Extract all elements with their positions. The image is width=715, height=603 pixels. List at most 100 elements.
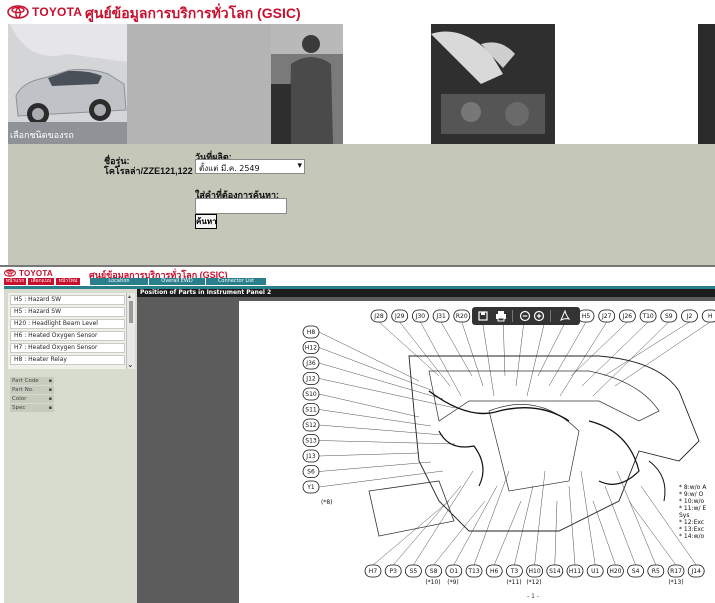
color-field[interactable]: Color ▪ (10, 395, 54, 403)
chevron-down-icon[interactable]: ⌄ (127, 360, 134, 369)
connector-left-S13-text: S13 (305, 438, 317, 445)
viewer-nav: หน้าแรก เลือกแบบ หน้าใหม่ Location Overa… (4, 278, 715, 286)
right-note: * 9:w/ O (679, 491, 704, 498)
tab-location[interactable]: Location (90, 278, 148, 285)
part-no-label: Part No. (12, 387, 34, 393)
connector-bottom-H6-text: H6 (490, 568, 499, 575)
hero-banner: เลือกชนิดของรถ (8, 24, 715, 144)
connector-left-Y1: Y1 (302, 480, 320, 494)
leader-line (318, 452, 420, 457)
leader-line (537, 321, 566, 377)
connector-left-S6: S6 (302, 465, 320, 478)
technician-photo (271, 24, 343, 144)
connector-top-J29-text: J29 (394, 313, 405, 320)
connector-bottom-H10: H10 (526, 564, 544, 578)
connector-bottom-H11: H11 (566, 564, 584, 578)
list-item[interactable]: H7 : Heated Oxygen Sensor (10, 343, 125, 353)
leader-line (461, 321, 484, 387)
connector-top-T10: T10 (639, 309, 657, 323)
search-form: ชื่อรุ่น: โคโรลล่า/ZZE121,122 วันที่ผลิต… (8, 144, 715, 265)
nav-home[interactable]: หน้าแรก (4, 278, 26, 285)
connector-top-H5: H5 (577, 309, 595, 323)
leader-line (318, 393, 420, 418)
connector-top-S9: S9 (660, 309, 678, 323)
car-select-image[interactable]: เลือกชนิดของรถ (8, 24, 127, 144)
zoom-in-icon[interactable] (532, 309, 546, 323)
save-icon[interactable] (476, 309, 490, 323)
car-select-caption: เลือกชนิดของรถ (10, 131, 74, 141)
chevron-down-icon: ▾ (297, 161, 302, 171)
brand-name: TOYOTA (32, 5, 83, 19)
leader-line (433, 500, 486, 566)
dropdown-icon: ▪ (48, 396, 52, 402)
connector-bottom-S5-text: S5 (410, 568, 418, 575)
leader-line (526, 321, 545, 397)
leader-line (628, 500, 677, 566)
connector-left-J36: J36 (302, 356, 320, 370)
connector-top-J26: J26 (618, 309, 636, 323)
part-code-field[interactable]: Part Code ▪ (10, 377, 54, 385)
dropdown-icon: ▪ (48, 378, 52, 384)
connector-bottom-T13: T13 (465, 564, 483, 578)
nav-new[interactable]: หน้าใหม่ (56, 278, 80, 285)
connector-top-J30-text: J30 (415, 313, 426, 320)
connector-top-H5-text: H5 (582, 313, 591, 320)
connector-left-S13: S13 (302, 434, 320, 447)
connector-bottom-H7: H7 (364, 564, 382, 578)
nav-select[interactable]: เลือกแบบ (28, 278, 54, 285)
right-note: * 10:w/o (679, 498, 704, 505)
right-note: * 12:Exc (679, 519, 704, 526)
production-date-select[interactable]: ตั้งแต่ มี.ค. 2549 ▾ (195, 159, 305, 174)
model-value: โคโรลล่า/ZZE121,122 (104, 166, 193, 176)
connector-top-J2: J2 (681, 309, 698, 323)
spec-field[interactable]: Spec ▪ (10, 404, 54, 412)
parts-list[interactable]: H5 : Hazard SW H5 : Hazard SW H20 : Head… (8, 293, 126, 369)
toolbar-separator (550, 310, 551, 322)
connector-left-H12: H12 (302, 341, 320, 354)
connector-top-J26-text: J26 (622, 313, 633, 320)
parts-sidebar: H5 : Hazard SW H5 : Hazard SW H20 : Head… (4, 289, 137, 603)
connector-bottom-S14-text: S14 (549, 568, 561, 575)
bottom-note: (*11) (506, 579, 521, 586)
connector-left-S6-text: S6 (307, 469, 315, 476)
print-icon[interactable] (494, 309, 508, 323)
pdf-viewer[interactable]: J28J29J30J31R20R33R4R3R32R18H5J27J26T10S… (137, 297, 715, 603)
list-item[interactable]: H8 : Heater Relay (10, 355, 125, 365)
list-item[interactable]: H5 : Hazard SW (10, 307, 125, 317)
connector-bottom-T3: T3 (505, 564, 523, 578)
list-item[interactable]: H5 : Hazard SW (10, 295, 125, 305)
leader-line (570, 321, 628, 377)
dropdown-icon: ▪ (48, 405, 52, 411)
connector-bottom-O1: O1 (445, 564, 463, 578)
search-button[interactable]: ค้นหา (195, 214, 217, 229)
connector-bottom-R17-text: R17 (670, 568, 682, 575)
connector-bottom-U1-text: U1 (591, 568, 599, 575)
scroll-up-icon[interactable]: ▴ (128, 293, 131, 300)
leader-line (318, 470, 444, 488)
tab-connector-list[interactable]: Connector List (206, 278, 266, 285)
leader-line (318, 331, 420, 382)
tab-overall-ewd[interactable]: Overall EWD (149, 278, 205, 285)
connector-bottom-P3-text: P3 (389, 568, 397, 575)
leader-line (614, 321, 711, 387)
pdf-tools-icon[interactable] (558, 309, 572, 323)
connector-bottom-T3-text: T3 (510, 568, 519, 575)
connector-left-H8-text: H8 (307, 329, 316, 336)
connector-bottom-S5: S5 (404, 564, 422, 578)
leader-line (318, 440, 456, 445)
list-item[interactable]: H20 : Headlight Beam Level (10, 319, 125, 329)
connector-top-J28-text: J28 (373, 313, 384, 320)
engine-photo (431, 24, 555, 144)
leader-line (318, 424, 444, 436)
side-note: (*8) (321, 499, 333, 506)
toyota-logo[interactable]: TOYOTA (7, 4, 82, 20)
zoom-out-icon[interactable] (518, 309, 532, 323)
harness-far-right (648, 460, 666, 502)
scrollbar-thumb[interactable] (129, 301, 133, 323)
parts-list-scrollbar[interactable]: ▴ ⌄ (126, 293, 135, 369)
wiring-location-diagram: J28J29J30J31R20R33R4R3R32R18H5J27J26T10S… (302, 309, 715, 586)
search-input[interactable] (195, 198, 287, 214)
connector-bottom-R5-text: R5 (652, 568, 660, 575)
part-no-field[interactable]: Part No. ▪ (10, 386, 54, 394)
list-item[interactable]: H6 : Heated Oxygen Sensor (10, 331, 125, 341)
